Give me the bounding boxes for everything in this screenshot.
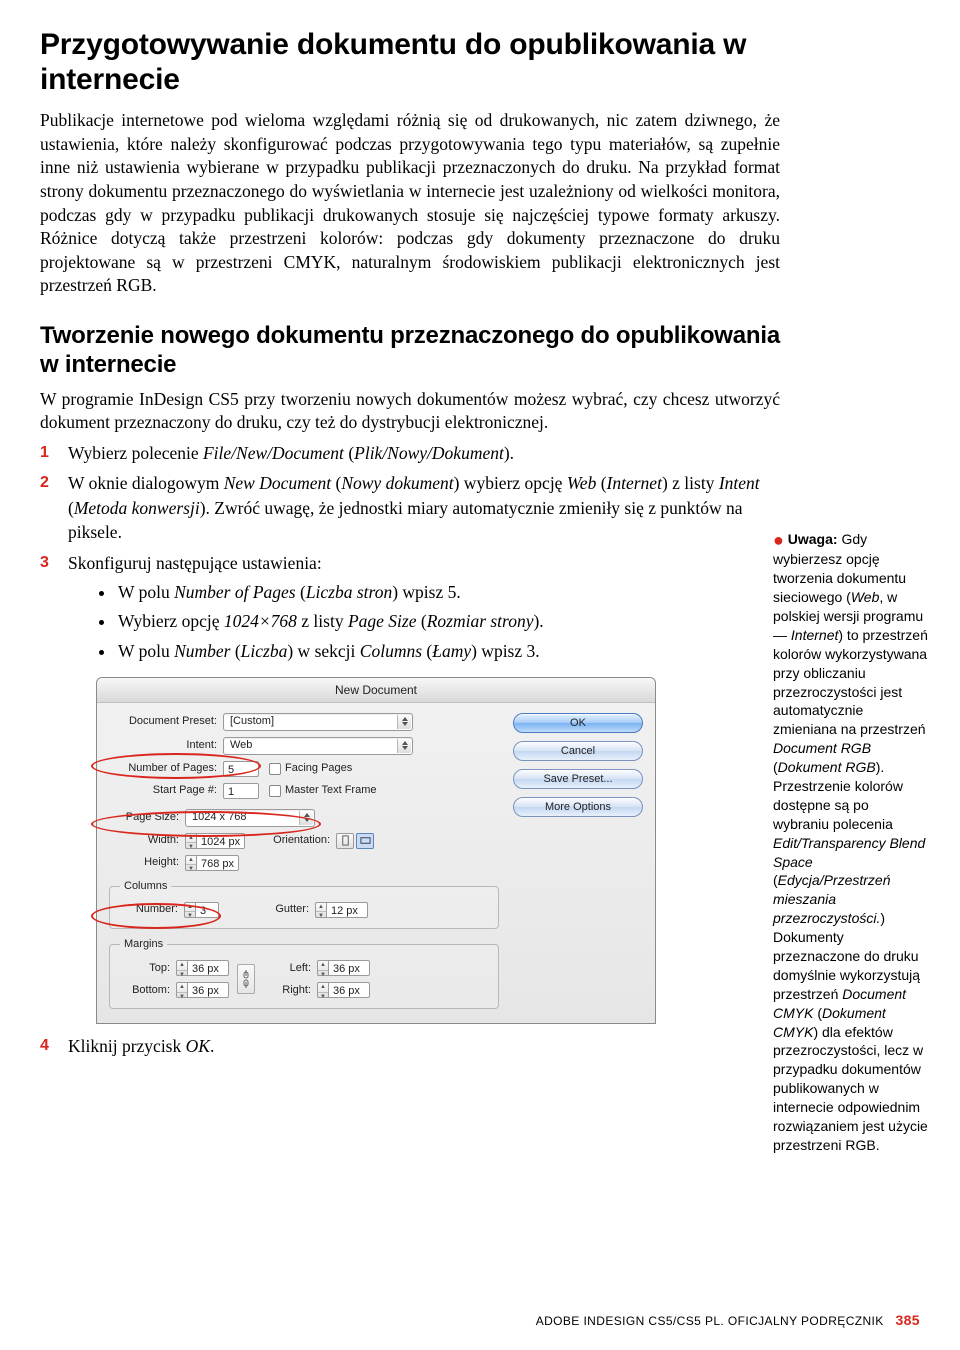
columns-fieldset: Columns Number: ▲▼3 Gutter: ▲▼12 px <box>109 879 499 929</box>
page-size-label: Page Size: <box>109 810 179 825</box>
dialog-title: New Document <box>97 678 655 703</box>
dropdown-arrows-icon <box>299 811 313 825</box>
page-number: 385 <box>895 1312 920 1328</box>
margin-left-stepper[interactable]: ▲▼36 px <box>317 960 370 976</box>
step-3-sublist: W polu Number of Pages (Liczba stron) wp… <box>116 579 780 664</box>
number-of-pages-label: Number of Pages: <box>109 761 217 776</box>
columns-legend: Columns <box>120 879 171 894</box>
step-3-bullet-3: W polu Number (Liczba) w sekcji Columns … <box>116 638 780 665</box>
margin-right-stepper[interactable]: ▲▼36 px <box>317 982 370 998</box>
page-size-dropdown[interactable]: 1024 x 768 <box>185 809 315 827</box>
save-preset-button[interactable]: Save Preset... <box>513 769 643 789</box>
margin-left-label: Left: <box>271 961 311 976</box>
link-margins-icon[interactable] <box>237 964 255 994</box>
dropdown-arrows-icon <box>397 739 411 753</box>
number-of-pages-input[interactable]: 5 <box>223 761 259 777</box>
sidebar-note: ● Uwaga: Gdy wybierzesz opcję tworzenia … <box>773 526 928 1155</box>
dropdown-arrows-icon <box>397 715 411 729</box>
ok-button[interactable]: OK <box>513 713 643 733</box>
gutter-label: Gutter: <box>259 902 309 917</box>
section-intro: W programie InDesign CS5 przy tworzeniu … <box>40 388 780 435</box>
margin-bottom-stepper[interactable]: ▲▼36 px <box>176 982 229 998</box>
margins-fieldset: Margins Top: ▲▼36 px Bottom: <box>109 937 499 1009</box>
step-4: Kliknij przycisk OK. <box>40 1034 780 1059</box>
footer-text: ADOBE INDESIGN CS5/CS5 PL. OFICJALNY POD… <box>536 1314 884 1328</box>
page-footer: ADOBE INDESIGN CS5/CS5 PL. OFICJALNY POD… <box>536 1312 920 1328</box>
orientation-label: Orientation: <box>273 833 330 848</box>
steps-list: Wybierz polecenie File/New/Document (Pli… <box>40 441 780 1059</box>
orientation-portrait-button[interactable] <box>336 833 354 849</box>
section-heading: Tworzenie nowego dokumentu przeznaczoneg… <box>40 322 780 380</box>
master-text-frame-checkbox[interactable]: Master Text Frame <box>269 783 377 798</box>
cancel-button[interactable]: Cancel <box>513 741 643 761</box>
gutter-stepper[interactable]: ▲▼12 px <box>315 902 368 918</box>
document-preset-label: Document Preset: <box>109 714 217 729</box>
note-label: Uwaga: <box>788 531 838 547</box>
margins-legend: Margins <box>120 937 167 952</box>
step-2: W oknie dialogowym New Document (Nowy do… <box>40 471 780 545</box>
new-document-dialog-screenshot: New Document Document Preset: [Custom] I… <box>96 677 656 1025</box>
margin-top-label: Top: <box>120 961 170 976</box>
step-1: Wybierz polecenie File/New/Document (Pli… <box>40 441 780 466</box>
intent-label: Intent: <box>109 738 217 753</box>
facing-pages-checkbox[interactable]: Facing Pages <box>269 761 352 776</box>
columns-number-stepper[interactable]: ▲▼3 <box>184 902 219 918</box>
start-page-input[interactable]: 1 <box>223 783 259 799</box>
margin-bottom-label: Bottom: <box>120 983 170 998</box>
width-label: Width: <box>109 833 179 848</box>
document-preset-dropdown[interactable]: [Custom] <box>223 713 413 731</box>
page-heading: Przygotowywanie dokumentu do opublikowan… <box>40 28 780 97</box>
margin-right-label: Right: <box>271 983 311 998</box>
start-page-label: Start Page #: <box>109 783 217 798</box>
margin-top-stepper[interactable]: ▲▼36 px <box>176 960 229 976</box>
note-bullet-icon: ● <box>773 530 784 550</box>
width-stepper[interactable]: ▲▼1024 px <box>185 833 245 849</box>
orientation-landscape-button[interactable] <box>356 833 374 849</box>
height-label: Height: <box>109 855 179 870</box>
step-3: Skonfiguruj następujące ustawienia: W po… <box>40 551 780 1024</box>
columns-number-label: Number: <box>120 902 178 917</box>
intro-paragraph: Publikacje internetowe pod wieloma wzglę… <box>40 109 780 298</box>
more-options-button[interactable]: More Options <box>513 797 643 817</box>
step-3-bullet-2: Wybierz opcję 1024×768 z listy Page Size… <box>116 608 780 635</box>
step-3-bullet-1: W polu Number of Pages (Liczba stron) wp… <box>116 579 780 606</box>
height-stepper[interactable]: ▲▼768 px <box>185 855 239 871</box>
intent-dropdown[interactable]: Web <box>223 737 413 755</box>
